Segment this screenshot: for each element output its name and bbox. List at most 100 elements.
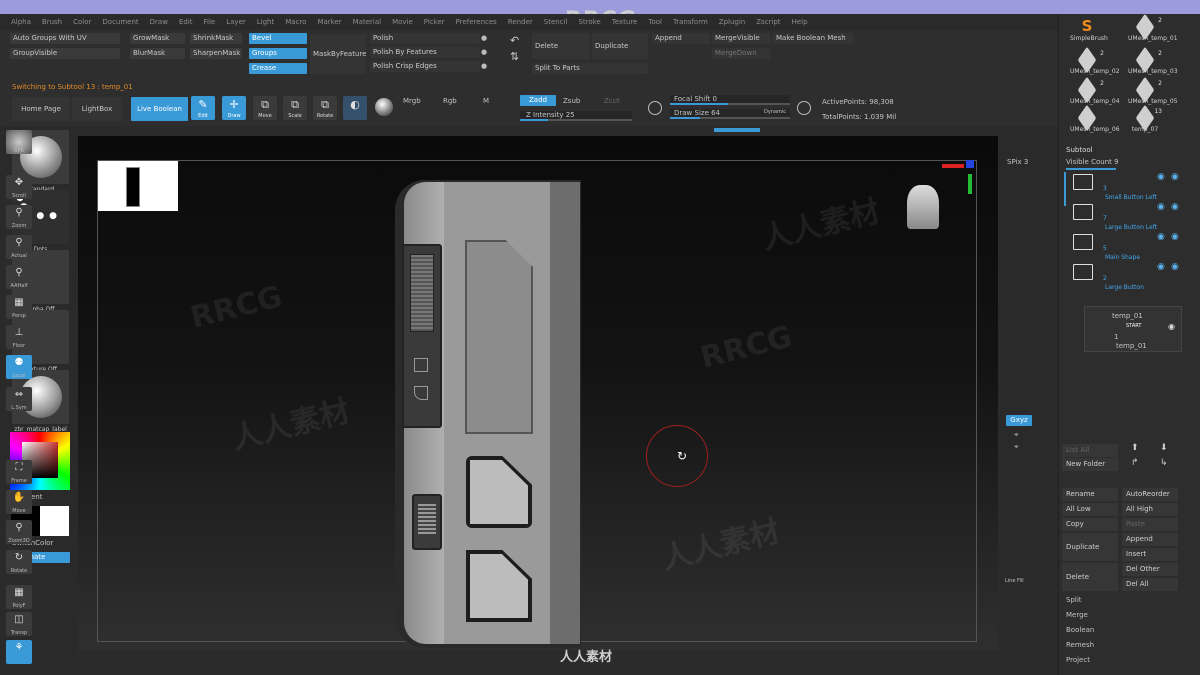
del-all-button[interactable]: Del All	[1122, 578, 1178, 591]
duplicate-subtool-button[interactable]: Duplicate	[1062, 533, 1118, 561]
polish-slider[interactable]: Polish	[370, 33, 480, 44]
grow-mask-button[interactable]: GrowMask	[130, 33, 185, 44]
child-temp-01-b[interactable]: temp_01	[1116, 342, 1147, 350]
menu-brush[interactable]: Brush	[42, 18, 62, 26]
draw-mode-button[interactable]: ✛ Draw	[222, 96, 246, 120]
z-intensity-slider[interactable]: Z Intensity 25	[520, 111, 632, 121]
lsym-button[interactable]: ⇔ L.Sym	[6, 387, 32, 411]
sort-icon[interactable]: ⇅	[510, 50, 519, 63]
polish-crisp-edges-slider[interactable]: Polish Crisp Edges	[370, 61, 480, 72]
visibility-eye-icon[interactable]: ◉	[1171, 262, 1179, 272]
delete-subtool-button[interactable]: Delete	[1062, 563, 1118, 591]
sharpen-mask-button[interactable]: SharpenMask	[190, 48, 242, 59]
menu-render[interactable]: Render	[508, 18, 533, 26]
tool-temp-07[interactable]: temp_0713	[1128, 104, 1162, 140]
shrink-mask-button[interactable]: ShrinkMask	[190, 33, 242, 44]
mask-by-feature-button[interactable]: MaskByFeature	[310, 34, 366, 74]
bevel-toggle[interactable]: Bevel	[249, 33, 307, 44]
menu-color[interactable]: Color	[73, 18, 91, 26]
visibility-eye-icon[interactable]: ◉	[1157, 262, 1165, 272]
draw-size-slider[interactable]: Draw Size 64 Dynamic	[670, 109, 790, 119]
all-high-button[interactable]: All High	[1122, 503, 1178, 516]
orientation-head-icon[interactable]	[907, 185, 939, 229]
rotate-view-button[interactable]: ↻ Rotate	[6, 550, 32, 574]
child-start[interactable]: START	[1126, 323, 1141, 329]
menu-picker[interactable]: Picker	[424, 18, 445, 26]
merge-section[interactable]: Merge	[1066, 611, 1088, 619]
subtool-title[interactable]: Subtool	[1066, 146, 1093, 154]
append-subtool-button[interactable]: Append	[1122, 533, 1178, 546]
auto-reorder-button[interactable]: AutoReorder	[1122, 488, 1178, 501]
live-boolean-toggle[interactable]: Live Boolean	[131, 97, 188, 121]
subtool-main-shape[interactable]: 5 Main Shape ◉ ◉	[1065, 232, 1180, 262]
group-visible-button[interactable]: GroupVisible	[10, 48, 120, 59]
focal-shift-slider[interactable]: Focal Shift 0	[670, 95, 790, 105]
axis-gizmo[interactable]	[940, 160, 978, 198]
menu-preferences[interactable]: Preferences	[456, 18, 497, 26]
visibility-eye-icon[interactable]: ◉	[1157, 172, 1165, 182]
move-down-icon[interactable]: ⬇	[1160, 443, 1168, 453]
m-toggle[interactable]: M	[483, 97, 489, 105]
zoom-button[interactable]: ⚲ Zoom	[6, 205, 32, 229]
polish-by-features-slider[interactable]: Polish By Features	[370, 47, 480, 58]
merge-visible-button[interactable]: MergeVisible	[712, 33, 770, 44]
menu-draw[interactable]: Draw	[150, 18, 168, 26]
lightbox-button[interactable]: LightBox	[72, 97, 122, 121]
menu-marker[interactable]: Marker	[317, 18, 341, 26]
menu-edit[interactable]: Edit	[179, 18, 193, 26]
menu-transform[interactable]: Transform	[673, 18, 708, 26]
menu-zplugin[interactable]: Zplugin	[719, 18, 745, 26]
tool-umesh-06[interactable]: UMesh_temp_06	[1070, 104, 1120, 140]
delete-button[interactable]: Delete	[532, 33, 590, 59]
menu-light[interactable]: Light	[257, 18, 274, 26]
undo-icon[interactable]: ↶	[510, 34, 519, 47]
new-folder-button[interactable]: New Folder	[1062, 458, 1118, 471]
gxyz-toggle[interactable]: Gxyz	[1006, 415, 1032, 426]
append-button[interactable]: Append	[652, 33, 710, 44]
visibility-eye-icon[interactable]: ◉	[1171, 202, 1179, 212]
visibility-eye-icon[interactable]: ◉	[1157, 202, 1165, 212]
list-all-button[interactable]: List All	[1062, 444, 1118, 457]
boolean-section[interactable]: Boolean	[1066, 626, 1094, 634]
copy-button[interactable]: Copy	[1062, 518, 1118, 531]
arrow-down-right-icon[interactable]: ↳	[1160, 458, 1168, 468]
xyz-axis-icon[interactable]: ⌖	[1014, 430, 1019, 440]
tool-simplebrush[interactable]: S SimpleBrush	[1070, 17, 1108, 49]
floor-button[interactable]: ⊥ Floor	[6, 325, 32, 349]
persp-button[interactable]: ▦ Persp	[6, 295, 32, 319]
menu-layer[interactable]: Layer	[226, 18, 246, 26]
menu-file[interactable]: File	[204, 18, 216, 26]
menu-document[interactable]: Document	[102, 18, 138, 26]
zadd-toggle[interactable]: Zadd	[520, 95, 556, 106]
mrgb-toggle[interactable]: Mrgb	[403, 97, 421, 105]
make-boolean-mesh-button[interactable]: Make Boolean Mesh	[773, 33, 853, 44]
child-eye-icon[interactable]: ◉	[1168, 322, 1175, 331]
material-button[interactable]: ◐	[343, 96, 367, 120]
aahalf-button[interactable]: ⚲ AAHalf	[6, 265, 32, 289]
move-mode-button[interactable]: ⧉ Move	[253, 96, 277, 120]
visibility-eye-icon[interactable]: ◉	[1171, 172, 1179, 182]
project-section[interactable]: Project	[1066, 656, 1090, 664]
subtool-large-button[interactable]: 2 Large Button ◉ ◉	[1065, 262, 1180, 292]
insert-subtool-button[interactable]: Insert	[1122, 548, 1178, 561]
menu-material[interactable]: Material	[353, 18, 381, 26]
menu-stencil[interactable]: Stencil	[544, 18, 568, 26]
rgb-toggle[interactable]: Rgb	[443, 97, 457, 105]
edit-mode-button[interactable]: ✎ Edit	[191, 96, 215, 120]
menu-macro[interactable]: Macro	[285, 18, 306, 26]
move-up-icon[interactable]: ⬆	[1131, 443, 1139, 453]
menu-stroke[interactable]: Stroke	[578, 18, 600, 26]
visible-count-slider[interactable]: Visible Count 9	[1066, 158, 1119, 166]
split-to-parts-button[interactable]: Split To Parts	[532, 63, 648, 74]
paste-button[interactable]: Paste	[1122, 518, 1178, 531]
subtool-large-button-left[interactable]: 7 Large Button Left ◉ ◉	[1065, 202, 1180, 232]
local-button[interactable]: ⚉ Local	[6, 355, 32, 379]
zsub-toggle[interactable]: Zsub	[563, 97, 580, 105]
menu-help[interactable]: Help	[792, 18, 808, 26]
tool-umesh-01[interactable]: UMesh_temp_01 2	[1128, 13, 1178, 49]
navigation-thumbnail[interactable]	[98, 161, 178, 211]
matcap-sphere-icon[interactable]	[375, 98, 393, 116]
move-view-button[interactable]: ✋ Move	[6, 490, 32, 514]
transp-button[interactable]: ◫ Transp	[6, 612, 32, 636]
spix-slider[interactable]: SPix 3	[1007, 158, 1028, 166]
